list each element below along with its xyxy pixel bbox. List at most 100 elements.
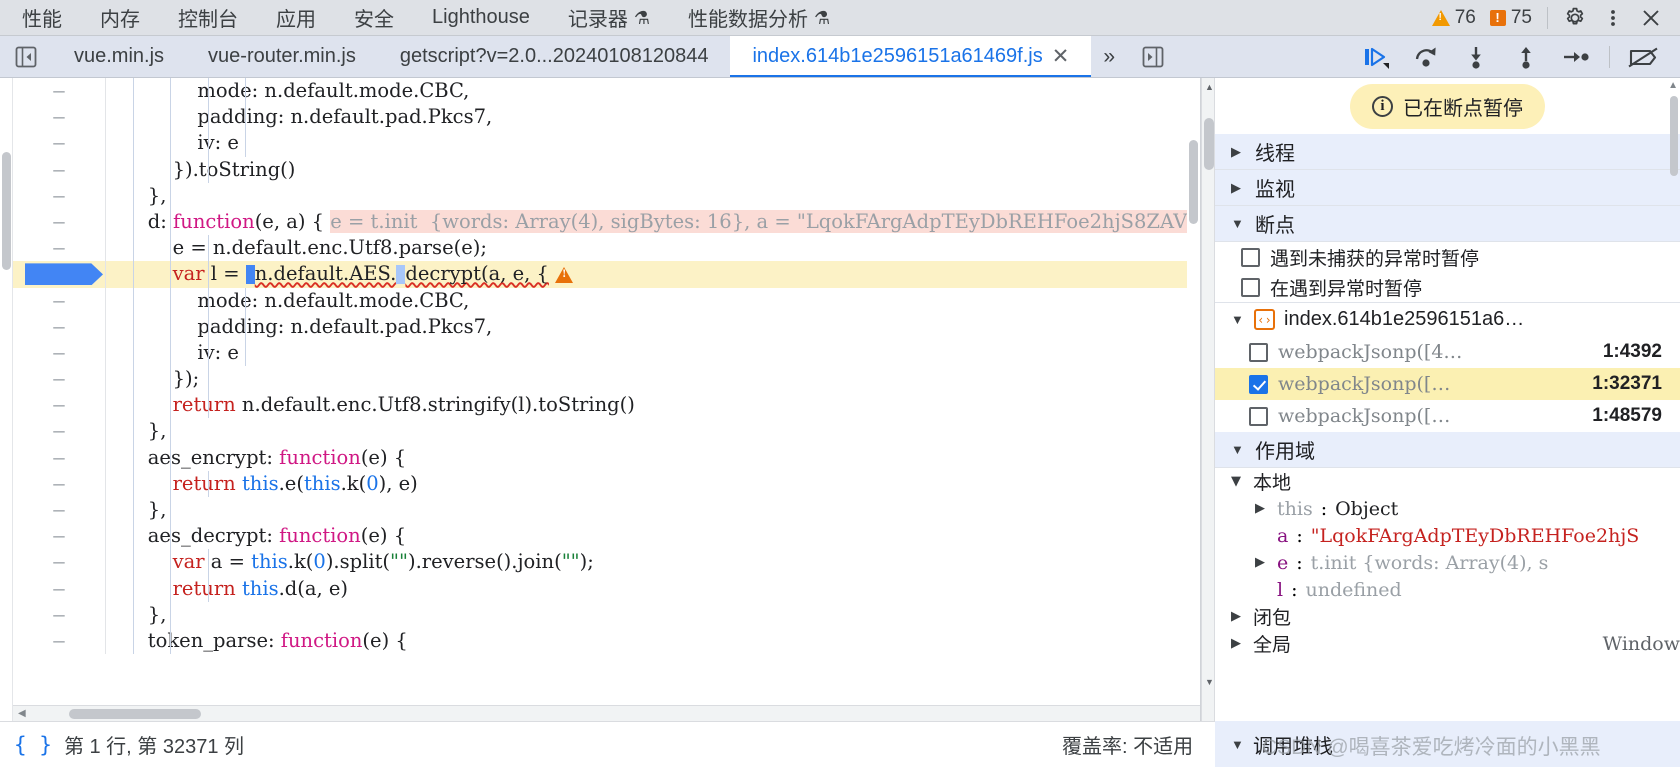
scope-group[interactable]: ▶ 闭包 bbox=[1215, 603, 1680, 630]
code-line[interactable]: – }, bbox=[13, 418, 1200, 445]
scope-group[interactable]: ▶ 全局 Window bbox=[1215, 630, 1680, 657]
code-line[interactable]: – e = n.default.enc.Utf8.parse(e); bbox=[13, 235, 1200, 262]
code-line[interactable]: – var a = this.k(0).split("").reverse().… bbox=[13, 549, 1200, 576]
code-line[interactable]: – }, bbox=[13, 601, 1200, 628]
close-icon[interactable]: ✕ bbox=[1052, 46, 1070, 67]
panel-tab-0[interactable]: 性能 bbox=[0, 0, 81, 35]
checkbox[interactable] bbox=[1249, 406, 1268, 426]
code-line[interactable]: – iv: e bbox=[13, 339, 1200, 367]
editor-vertical-scrollbar[interactable] bbox=[1187, 78, 1200, 721]
code-line[interactable]: – return this.e(this.k(0), e) bbox=[13, 470, 1200, 497]
file-tab-0[interactable]: vue.min.js bbox=[52, 36, 186, 77]
more-tabs-button[interactable]: » bbox=[1091, 36, 1127, 77]
line-number-gutter[interactable]: – bbox=[13, 523, 105, 549]
line-number-gutter[interactable]: – bbox=[13, 445, 105, 471]
scope-variable[interactable]: l: undefined bbox=[1215, 576, 1680, 603]
line-number-gutter[interactable]: – bbox=[13, 602, 105, 628]
sidebar-scrollbar[interactable]: ▲ ▼ bbox=[1201, 78, 1215, 721]
code-line[interactable]: – return this.d(a, e) bbox=[13, 575, 1200, 602]
scroll-up-arrow-icon[interactable]: ▲ bbox=[1668, 80, 1678, 91]
line-number-gutter[interactable]: – bbox=[13, 157, 105, 183]
code-line-executing[interactable]: var l = n.default.AES. decrypt(a, e, { bbox=[13, 261, 1200, 288]
line-number-gutter[interactable]: – bbox=[13, 340, 105, 366]
code-line[interactable]: – }); bbox=[13, 366, 1200, 393]
inline-warning-icon[interactable] bbox=[555, 267, 574, 284]
scope-group[interactable]: ▼ 本地 bbox=[1215, 468, 1680, 495]
line-number-gutter[interactable] bbox=[13, 261, 105, 288]
breakpoint-option-0[interactable]: 遇到未捕获的异常时暂停 bbox=[1215, 242, 1680, 272]
line-number-gutter[interactable]: – bbox=[13, 78, 105, 104]
panel-tab-2[interactable]: 控制台 bbox=[159, 0, 257, 35]
scroll-left-arrow-icon[interactable]: ◀ bbox=[18, 709, 26, 719]
sidebar-right-scrollbar[interactable]: ▲ bbox=[1668, 78, 1680, 721]
pretty-print-icon[interactable]: { } bbox=[14, 733, 52, 757]
show-navigator-button[interactable] bbox=[0, 36, 52, 77]
show-drawer-button[interactable] bbox=[1127, 36, 1179, 77]
line-number-gutter[interactable]: – bbox=[13, 418, 105, 444]
resume-button[interactable] bbox=[1351, 37, 1401, 77]
code-line[interactable]: – }, bbox=[13, 182, 1200, 209]
code-line[interactable]: – padding: n.default.pad.Pkcs7, bbox=[13, 104, 1200, 131]
breakpoint-file-group[interactable]: ▼ ‹› index.614b1e2596151a6… bbox=[1215, 302, 1680, 336]
code-line[interactable]: – }, bbox=[13, 497, 1200, 524]
error-counter[interactable]: 75 bbox=[1483, 7, 1539, 29]
editor-left-scrollbar[interactable] bbox=[0, 78, 13, 721]
panel-tab-3[interactable]: 应用 bbox=[257, 0, 335, 35]
line-number-gutter[interactable]: – bbox=[13, 549, 105, 575]
code-line[interactable]: – aes_decrypt: function(e) { bbox=[13, 523, 1200, 550]
file-tab-2[interactable]: getscript?v=2.0...20240108120844 bbox=[378, 36, 731, 77]
line-number-gutter[interactable]: – bbox=[13, 366, 105, 392]
sidebar-section-0[interactable]: ▶ 线程 bbox=[1215, 134, 1680, 170]
panel-tab-7[interactable]: 性能数据分析 ⚗ bbox=[669, 0, 849, 35]
scope-variable[interactable]: a: "LqokFArgAdpTEyDbREHFoe2hjS bbox=[1215, 522, 1680, 549]
breakpoint-item[interactable]: webpackJsonp([4… 1:4392 bbox=[1215, 336, 1680, 368]
source-code-view[interactable]: – mode: n.default.mode.CBC, – padding: n.… bbox=[13, 78, 1200, 705]
line-number-gutter[interactable]: – bbox=[13, 130, 105, 156]
step-into-button[interactable] bbox=[1451, 37, 1501, 77]
settings-button[interactable] bbox=[1556, 1, 1594, 35]
line-number-gutter[interactable]: – bbox=[13, 576, 105, 602]
code-line[interactable]: – padding: n.default.pad.Pkcs7, bbox=[13, 313, 1200, 340]
line-number-gutter[interactable]: – bbox=[13, 471, 105, 497]
checkbox[interactable] bbox=[1241, 277, 1260, 297]
warning-counter[interactable]: 76 bbox=[1425, 7, 1483, 29]
scrollbar-thumb[interactable] bbox=[1670, 96, 1678, 176]
step-over-button[interactable] bbox=[1401, 37, 1451, 77]
code-line[interactable]: – iv: e bbox=[13, 130, 1200, 157]
scope-variable[interactable]: ▶ this: Object bbox=[1215, 495, 1680, 522]
code-line[interactable]: – mode: n.default.mode.CBC, bbox=[13, 78, 1200, 105]
more-options-button[interactable] bbox=[1594, 1, 1632, 35]
sidebar-section-2[interactable]: ▼ 断点 bbox=[1215, 206, 1680, 242]
line-number-gutter[interactable]: – bbox=[13, 392, 105, 418]
line-number-gutter[interactable]: – bbox=[13, 235, 105, 261]
code-line[interactable]: – token_parse: function(e) { bbox=[13, 627, 1200, 655]
step-button[interactable] bbox=[1551, 37, 1601, 77]
panel-tab-5[interactable]: Lighthouse bbox=[413, 0, 549, 35]
scrollbar-thumb[interactable] bbox=[1204, 118, 1214, 170]
file-tab-3[interactable]: index.614b1e2596151a61469f.js ✕ bbox=[730, 36, 1092, 77]
breakpoint-item[interactable]: webpackJsonp([… 1:48579 bbox=[1215, 400, 1680, 432]
code-line[interactable]: – }).toString() bbox=[13, 156, 1200, 183]
file-tab-1[interactable]: vue-router.min.js bbox=[186, 36, 378, 77]
line-number-gutter[interactable]: – bbox=[13, 183, 105, 209]
sidebar-section-scope[interactable]: ▼ 作用域 bbox=[1215, 432, 1680, 468]
code-line[interactable]: – mode: n.default.mode.CBC, bbox=[13, 287, 1200, 314]
code-line[interactable]: – aes_encrypt: function(e) { bbox=[13, 444, 1200, 471]
scrollbar-thumb[interactable] bbox=[69, 709, 201, 719]
step-out-button[interactable] bbox=[1501, 37, 1551, 77]
line-number-gutter[interactable]: – bbox=[13, 314, 105, 340]
breakpoint-item[interactable]: webpackJsonp([… 1:32371 bbox=[1215, 368, 1680, 400]
panel-tab-4[interactable]: 安全 bbox=[335, 0, 413, 35]
breakpoint-option-1[interactable]: 在遇到异常时暂停 bbox=[1215, 272, 1680, 302]
call-stack-section[interactable]: ▼ 调用堆栈 bbox=[1215, 721, 1680, 767]
checkbox[interactable] bbox=[1249, 342, 1268, 362]
line-number-gutter[interactable]: – bbox=[13, 209, 105, 235]
scroll-down-arrow-icon[interactable]: ▼ bbox=[1205, 677, 1214, 687]
line-number-gutter[interactable]: – bbox=[13, 288, 105, 314]
line-number-gutter[interactable]: – bbox=[13, 497, 105, 523]
scroll-up-arrow-icon[interactable]: ▲ bbox=[1205, 82, 1214, 92]
editor-horizontal-scrollbar[interactable]: ◀ bbox=[13, 705, 1200, 721]
scrollbar-thumb[interactable] bbox=[2, 152, 11, 270]
breakpoint-marker[interactable] bbox=[25, 263, 103, 286]
sidebar-section-1[interactable]: ▶ 监视 bbox=[1215, 170, 1680, 206]
